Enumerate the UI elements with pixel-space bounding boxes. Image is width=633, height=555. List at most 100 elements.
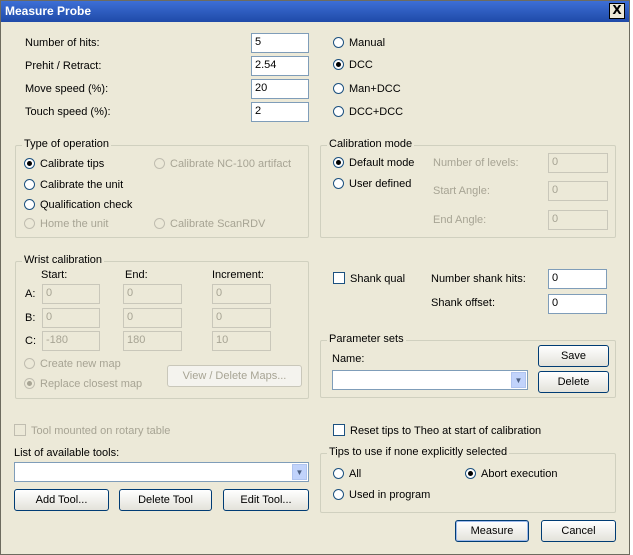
radio-selected-icon — [333, 157, 344, 168]
tools-list-select[interactable]: ▼ — [14, 462, 309, 482]
a-start-input: 0 — [42, 284, 100, 304]
start-angle-input: 0 — [548, 181, 608, 201]
user-defined-radio[interactable]: User defined — [333, 178, 411, 190]
radio-icon — [24, 179, 35, 190]
add-tool-button[interactable]: Add Tool... — [14, 489, 109, 511]
radio-icon — [333, 489, 344, 500]
checkbox-icon — [333, 272, 345, 284]
mode-man-dcc-radio[interactable]: Man+DCC — [333, 83, 401, 95]
rotary-table-label: Tool mounted on rotary table — [31, 425, 171, 437]
radio-icon — [24, 358, 35, 369]
window-title: Measure Probe — [5, 4, 92, 18]
delete-tool-button[interactable]: Delete Tool — [119, 489, 212, 511]
mode-dcc-dcc-label: DCC+DCC — [349, 106, 404, 118]
tips-used-radio[interactable]: Used in program — [333, 489, 430, 501]
calibrate-tips-radio[interactable]: Calibrate tips — [24, 158, 104, 170]
touch-speed-input[interactable]: 2 — [251, 102, 309, 122]
home-unit-label: Home the unit — [40, 218, 109, 230]
edit-tool-button[interactable]: Edit Tool... — [223, 489, 309, 511]
measure-probe-dialog: Measure Probe X Number of hits: 5 Prehit… — [0, 0, 630, 555]
tips-used-label: Used in program — [349, 489, 431, 501]
move-speed-input[interactable]: 20 — [251, 79, 309, 99]
hits-input[interactable]: 5 — [251, 33, 309, 53]
b-end-input: 0 — [123, 308, 182, 328]
radio-icon — [154, 218, 165, 229]
qualification-check-label: Qualification check — [40, 199, 133, 211]
shank-hits-label: Number shank hits: — [431, 273, 526, 285]
shank-qual-label: Shank qual — [350, 273, 406, 285]
a-increment-input: 0 — [212, 284, 271, 304]
reset-tips-checkbox[interactable]: Reset tips to Theo at start of calibrati… — [333, 424, 541, 437]
radio-selected-icon — [333, 59, 344, 70]
tips-abort-radio[interactable]: Abort execution — [465, 468, 557, 480]
mode-dcc-label: DCC — [349, 59, 373, 71]
radio-icon — [333, 178, 344, 189]
calibrate-tips-label: Calibrate tips — [40, 158, 105, 170]
wrist-calibration-title: Wrist calibration — [22, 254, 105, 266]
chevron-down-icon[interactable]: ▼ — [511, 372, 526, 388]
create-new-map-label: Create new map — [40, 358, 121, 370]
mode-dcc-dcc-radio[interactable]: DCC+DCC — [333, 106, 403, 118]
move-speed-label: Move speed (%): — [25, 83, 109, 95]
cancel-button[interactable]: Cancel — [541, 520, 616, 542]
tools-list-label: List of available tools: — [14, 447, 120, 459]
c-start-input: -180 — [42, 331, 100, 351]
parameter-sets-title: Parameter sets — [327, 333, 406, 345]
radio-selected-icon — [24, 158, 35, 169]
measure-button[interactable]: Measure — [455, 520, 529, 542]
calibrate-nc100-radio: Calibrate NC-100 artifact — [154, 158, 291, 170]
hits-label: Number of hits: — [25, 37, 100, 49]
radio-icon — [154, 158, 165, 169]
mode-manual-radio[interactable]: Manual — [333, 37, 385, 49]
param-name-label: Name: — [332, 353, 365, 365]
b-start-input: 0 — [42, 308, 100, 328]
calibrate-unit-radio[interactable]: Calibrate the unit — [24, 179, 123, 191]
mode-man-dcc-label: Man+DCC — [349, 83, 401, 95]
c-increment-input: 10 — [212, 331, 271, 351]
radio-icon — [24, 218, 35, 229]
param-name-select[interactable]: ▼ — [332, 370, 528, 390]
checkbox-icon — [14, 424, 26, 436]
reset-tips-label: Reset tips to Theo at start of calibrati… — [350, 425, 542, 437]
tips-all-radio[interactable]: All — [333, 468, 361, 480]
wrist-row-c-label: C: — [25, 335, 36, 347]
prehit-input[interactable]: 2.54 — [251, 56, 309, 76]
replace-closest-map-radio: Replace closest map — [24, 378, 142, 390]
prehit-label: Prehit / Retract: — [25, 60, 102, 72]
qualification-check-radio[interactable]: Qualification check — [24, 199, 132, 211]
home-unit-radio: Home the unit — [24, 218, 108, 230]
chevron-down-icon[interactable]: ▼ — [292, 464, 307, 480]
checkbox-icon — [333, 424, 345, 436]
b-increment-input: 0 — [212, 308, 271, 328]
delete-button[interactable]: Delete — [538, 371, 609, 393]
calibrate-nc100-label: Calibrate NC-100 artifact — [170, 158, 292, 170]
default-mode-radio[interactable]: Default mode — [333, 157, 414, 169]
levels-label: Number of levels: — [433, 157, 519, 169]
tips-group: Tips to use if none explicitly selected — [320, 446, 616, 513]
calibrate-unit-label: Calibrate the unit — [40, 179, 124, 191]
close-icon[interactable]: X — [609, 3, 625, 19]
wrist-start-header: Start: — [41, 269, 68, 281]
shank-offset-input[interactable]: 0 — [548, 294, 607, 314]
radio-selected-icon — [465, 468, 476, 479]
tips-abort-label: Abort execution — [481, 468, 558, 480]
radio-icon — [333, 37, 344, 48]
calibrate-scanrdv-radio: Calibrate ScanRDV — [154, 218, 265, 230]
shank-qual-checkbox[interactable]: Shank qual — [333, 272, 405, 285]
title-bar: Measure Probe X — [1, 1, 629, 22]
calibrate-scanrdv-label: Calibrate ScanRDV — [170, 218, 266, 230]
view-delete-maps-button: View / Delete Maps... — [167, 365, 302, 387]
default-mode-label: Default mode — [349, 157, 415, 169]
a-end-input: 0 — [123, 284, 182, 304]
save-button[interactable]: Save — [538, 345, 609, 367]
user-defined-label: User defined — [349, 178, 412, 190]
shank-hits-input[interactable]: 0 — [548, 269, 607, 289]
radio-selected-icon — [24, 378, 35, 389]
tips-all-label: All — [349, 468, 362, 480]
wrist-increment-header: Increment: — [212, 269, 264, 281]
calibration-mode-title: Calibration mode — [327, 138, 415, 150]
wrist-row-a-label: A: — [25, 288, 36, 300]
mode-manual-label: Manual — [349, 37, 386, 49]
mode-dcc-radio[interactable]: DCC — [333, 59, 373, 71]
create-new-map-radio: Create new map — [24, 358, 121, 370]
